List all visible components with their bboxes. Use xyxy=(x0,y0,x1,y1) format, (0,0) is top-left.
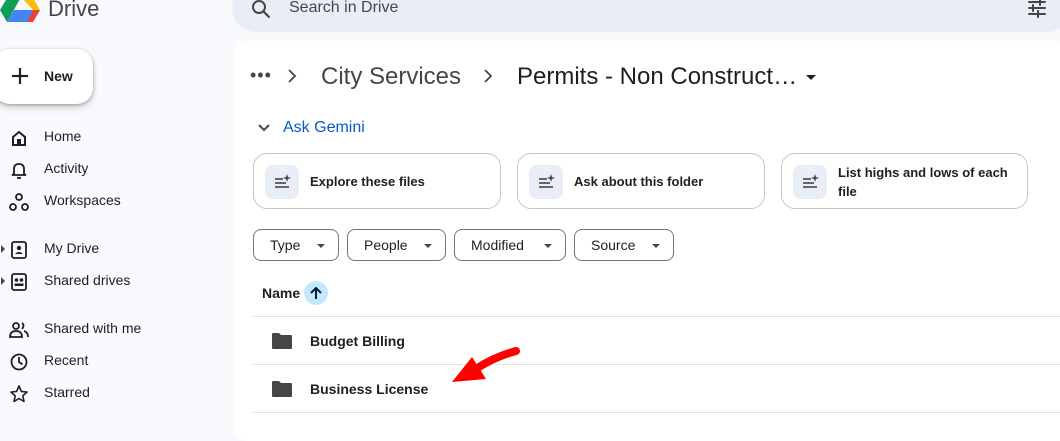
annotation-arrow-icon xyxy=(452,347,520,382)
sidebar-item-recent[interactable]: Recent xyxy=(0,346,225,376)
sidebar-item-label: Workspaces xyxy=(44,192,121,208)
sidebar-item-label: Shared drives xyxy=(44,272,131,288)
caret-down-icon xyxy=(652,244,660,248)
my-drive-icon xyxy=(8,240,30,260)
expand-arrow-icon[interactable] xyxy=(1,245,5,253)
gemini-suggestion-chip[interactable]: Explore these files xyxy=(253,153,501,209)
file-name: Budget Billing xyxy=(310,333,405,349)
sparkle-list-icon xyxy=(265,165,299,199)
filter-people[interactable]: People xyxy=(347,229,446,261)
sidebar-item-home[interactable]: Home xyxy=(0,122,225,152)
chip-label: Ask about this folder xyxy=(574,174,704,189)
file-name: Business License xyxy=(310,381,429,397)
caret-down-icon xyxy=(317,244,325,248)
folder-icon xyxy=(271,332,293,350)
filter-label: People xyxy=(364,237,408,253)
sidebar-item-label: Activity xyxy=(44,160,89,176)
people-icon xyxy=(8,320,30,340)
drive-logo-icon[interactable] xyxy=(0,0,40,22)
sidebar-item-my-drive[interactable]: My Drive xyxy=(0,234,225,264)
sparkle-list-icon xyxy=(529,165,563,199)
filter-label: Modified xyxy=(471,237,524,253)
sidebar-item-shared-with-me[interactable]: Shared with me xyxy=(0,314,225,344)
breadcrumb-current[interactable]: Permits - Non Construct… xyxy=(517,63,797,91)
divider xyxy=(253,412,1060,413)
table-row[interactable]: Business License xyxy=(253,365,1060,412)
gemini-suggestion-chip[interactable]: List highs and lows of each file xyxy=(781,153,1028,209)
sidebar-item-workspaces[interactable]: Workspaces xyxy=(0,186,225,216)
search-options-icon[interactable] xyxy=(1026,0,1048,19)
breadcrumb-more-button[interactable]: ••• xyxy=(250,65,272,86)
sidebar-item-shared-drives[interactable]: Shared drives xyxy=(0,266,225,296)
sidebar-item-label: Recent xyxy=(44,352,89,368)
bell-icon xyxy=(8,160,30,180)
chevron-down-icon[interactable] xyxy=(256,120,272,136)
app-brand[interactable]: Drive xyxy=(48,0,99,22)
filter-modified[interactable]: Modified xyxy=(454,229,566,261)
new-button[interactable]: New xyxy=(0,49,93,104)
filter-label: Type xyxy=(270,237,301,253)
search-input[interactable]: Search in Drive xyxy=(289,0,398,17)
breadcrumb-item[interactable]: City Services xyxy=(321,63,461,91)
ask-gemini-toggle[interactable]: Ask Gemini xyxy=(283,119,365,137)
chip-label: List highs and lows of each file xyxy=(838,165,1008,199)
star-icon xyxy=(8,384,30,404)
sidebar-item-starred[interactable]: Starred xyxy=(0,378,225,408)
sidebar-item-label: Home xyxy=(44,128,82,144)
sidebar-item-label: Starred xyxy=(44,384,90,400)
expand-arrow-icon[interactable] xyxy=(1,277,5,285)
clock-icon xyxy=(8,352,30,372)
filter-label: Source xyxy=(591,237,636,253)
column-header-name[interactable]: Name xyxy=(262,285,300,301)
shared-drives-icon xyxy=(8,272,30,292)
sidebar-item-label: My Drive xyxy=(44,240,100,256)
caret-down-icon[interactable] xyxy=(806,75,816,80)
plus-icon xyxy=(8,64,32,88)
chevron-right-icon xyxy=(482,66,494,92)
table-row[interactable]: Budget Billing xyxy=(253,317,1060,364)
caret-down-icon xyxy=(544,244,552,248)
gemini-suggestion-chip[interactable]: Ask about this folder xyxy=(517,153,765,209)
search-icon[interactable] xyxy=(250,0,272,20)
sparkle-list-icon xyxy=(793,165,827,199)
filter-type[interactable]: Type xyxy=(253,229,339,261)
chip-label: Explore these files xyxy=(310,174,425,189)
new-button-label: New xyxy=(44,68,73,84)
filter-source[interactable]: Source xyxy=(574,229,674,261)
home-icon xyxy=(8,128,30,148)
sort-ascending-button[interactable] xyxy=(304,281,328,305)
sidebar-item-label: Shared with me xyxy=(44,320,142,336)
search-bar[interactable]: Search in Drive xyxy=(232,0,1060,32)
arrow-up-icon xyxy=(310,286,322,299)
chevron-right-icon xyxy=(286,66,298,92)
caret-down-icon xyxy=(424,244,432,248)
workspaces-icon xyxy=(8,192,30,212)
sidebar-item-activity[interactable]: Activity xyxy=(0,154,225,184)
folder-icon xyxy=(271,380,293,398)
